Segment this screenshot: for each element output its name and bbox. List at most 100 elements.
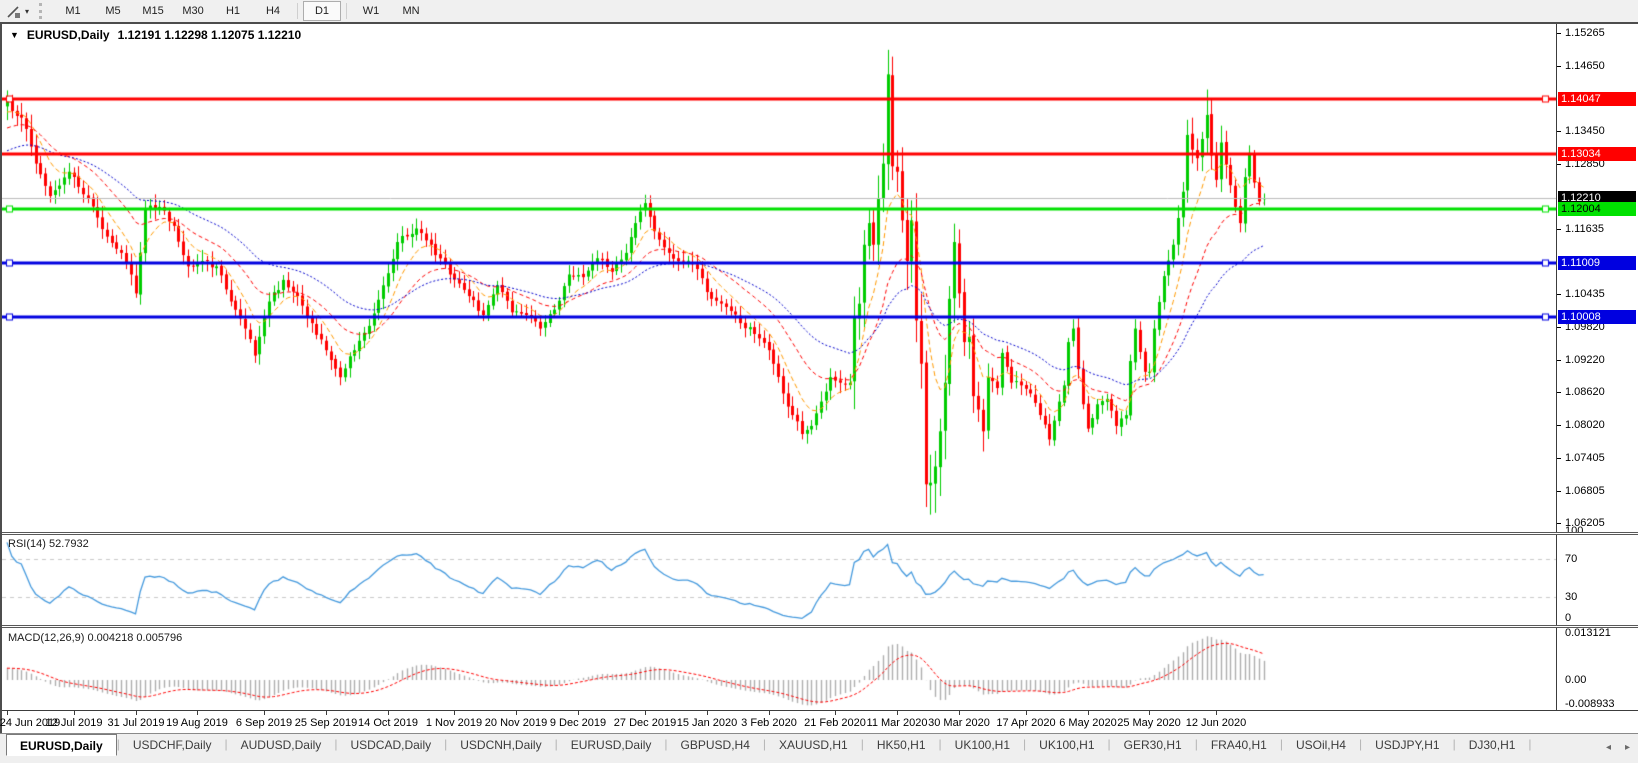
line-draw-icon xyxy=(7,5,20,18)
timeframe-button-M5[interactable]: M5 xyxy=(94,1,132,21)
rsi-scale-label: 0 xyxy=(1565,612,1572,624)
macd-scale-label: -0.008933 xyxy=(1565,698,1615,710)
tab-eurusd-daily[interactable]: EURUSD,Daily xyxy=(6,734,117,756)
time-axis-tick xyxy=(1149,711,1150,715)
time-axis-label: 1 Nov 2019 xyxy=(425,717,483,729)
time-axis-tick xyxy=(388,711,389,715)
price-axis-tick-label: 1.08620 xyxy=(1565,386,1605,398)
tab-dj30-h1[interactable]: DJ30,H1 xyxy=(1456,734,1529,756)
toolbar-grip xyxy=(39,3,47,19)
timeframe-button-D1[interactable]: D1 xyxy=(303,1,342,21)
chart-title-dropdown-icon[interactable]: ▼ xyxy=(10,30,19,40)
chart-tab-bar: EURUSD,Daily | USDCHF,Daily | AUDUSD,Daily | U… xyxy=(0,733,1638,763)
timeframe-button-H1[interactable]: H1 xyxy=(214,1,252,21)
time-axis-tick xyxy=(264,711,265,715)
time-axis-label: 25 May 2020 xyxy=(1117,717,1181,729)
timeframe-button-W1[interactable]: W1 xyxy=(352,1,390,21)
price-axis-tick-label: 1.10435 xyxy=(1565,288,1605,300)
price-tag-1.11009: 1.11009 xyxy=(1558,256,1636,270)
price-tag-1.12004: 1.12004 xyxy=(1558,202,1636,216)
time-axis[interactable]: 24 Jun 2019 12 Jul 2019 31 Jul 2019 19 Aug … xyxy=(0,710,1638,733)
tab-uk100-h1[interactable]: UK100,H1 xyxy=(942,734,1023,756)
time-axis-label: 31 Jul 2019 xyxy=(107,717,165,729)
time-axis-label: 6 May 2020 xyxy=(1059,717,1117,729)
time-axis-tick xyxy=(516,711,517,715)
tab-eurusd-daily[interactable]: EURUSD,Daily xyxy=(558,734,665,756)
price-axis-tick-label: 1.09220 xyxy=(1565,354,1605,366)
price-axis-tick xyxy=(1557,491,1561,492)
price-chart-canvas[interactable] xyxy=(2,24,1556,532)
time-axis-tick xyxy=(1088,711,1089,715)
timeframe-button-M15[interactable]: M15 xyxy=(134,1,172,21)
chart-window: ▼ EURUSD,Daily 1.12191 1.12298 1.12075 1… xyxy=(0,22,1638,733)
timeframe-button-group: M1 M5 M15 M30 H1 H4 D1 W1 MN xyxy=(53,1,431,21)
panel-divider[interactable] xyxy=(2,532,1638,535)
tab-usdjpy-h1[interactable]: USDJPY,H1 xyxy=(1362,734,1452,756)
panel-divider[interactable] xyxy=(2,625,1638,628)
tab-fra40-h1[interactable]: FRA40,H1 xyxy=(1198,734,1280,756)
rsi-panel-canvas[interactable] xyxy=(2,535,1556,625)
time-axis-tick xyxy=(197,711,198,715)
timeframe-button-MN[interactable]: MN xyxy=(392,1,430,21)
mt4-window: ▾ M1 M5 M15 M30 H1 H4 D1 W1 MN ▼ EURUSD,Daily 1.… xyxy=(0,0,1638,763)
tab-xauusd-h1[interactable]: XAUUSD,H1 xyxy=(766,734,861,756)
time-axis-tick xyxy=(1026,711,1027,715)
tab-usoil-h4[interactable]: USOil,H4 xyxy=(1283,734,1359,756)
time-axis-tick xyxy=(959,711,960,715)
time-axis-tick xyxy=(578,711,579,715)
time-axis-tick xyxy=(707,711,708,715)
tab-ger30-h1[interactable]: GER30,H1 xyxy=(1111,734,1195,756)
timeframe-button-H4[interactable]: H4 xyxy=(254,1,292,21)
tab-gbpusd-h4[interactable]: GBPUSD,H4 xyxy=(668,734,763,756)
price-axis-tick xyxy=(1557,131,1561,132)
tab-scroll-right-icon[interactable]: ▸ xyxy=(1625,742,1630,753)
price-tag-1.10008: 1.10008 xyxy=(1558,310,1636,324)
macd-label: MACD(12,26,9) 0.004218 0.005796 xyxy=(8,632,183,644)
price-axis-tick-label: 1.07405 xyxy=(1565,452,1605,464)
price-axis-tick-label: 1.14650 xyxy=(1565,60,1605,72)
tab-scroll-left-icon[interactable]: ◂ xyxy=(1606,742,1611,753)
time-axis-label: 9 Dec 2019 xyxy=(549,717,607,729)
time-axis-label: 21 Feb 2020 xyxy=(804,717,866,729)
price-axis-tick xyxy=(1557,392,1561,393)
time-axis-label: 27 Dec 2019 xyxy=(613,717,677,729)
rsi-label: RSI(14) 52.7932 xyxy=(8,538,89,550)
tab-usdcad-daily[interactable]: USDCAD,Daily xyxy=(337,734,444,756)
price-axis[interactable]: 1.15265 1.14650 1.13450 1.12850 1.11635 1.104… xyxy=(1556,24,1638,710)
price-axis-tick xyxy=(1557,294,1561,295)
price-tag-1.13034: 1.13034 xyxy=(1558,147,1636,161)
timeframe-button-M30[interactable]: M30 xyxy=(174,1,212,21)
chevron-down-icon[interactable]: ▾ xyxy=(25,7,29,16)
tab-hk50-h1[interactable]: HK50,H1 xyxy=(864,734,939,756)
time-axis-label: 12 Jul 2019 xyxy=(45,717,103,729)
time-axis-label: 19 Aug 2019 xyxy=(166,717,228,729)
time-axis-label: 25 Sep 2019 xyxy=(294,717,358,729)
tab-uk100-h1[interactable]: UK100,H1 xyxy=(1026,734,1107,756)
chart-symbol-label: EURUSD,Daily xyxy=(26,28,110,42)
tab-usdchf-daily[interactable]: USDCHF,Daily xyxy=(120,734,225,756)
line-tool-button[interactable]: ▾ xyxy=(0,0,35,22)
price-axis-tick xyxy=(1557,458,1561,459)
tab-separator: | xyxy=(1528,737,1532,751)
time-axis-tick xyxy=(645,711,646,715)
tab-audusd-daily[interactable]: AUDUSD,Daily xyxy=(228,734,335,756)
time-axis-tick xyxy=(835,711,836,715)
macd-scale-label: 0.013121 xyxy=(1565,627,1611,639)
tab-usdcnh-daily[interactable]: USDCNH,Daily xyxy=(447,734,554,756)
price-axis-tick-label: 1.15265 xyxy=(1565,27,1605,39)
time-axis-tick xyxy=(326,711,327,715)
price-axis-tick xyxy=(1557,164,1561,165)
price-axis-tick xyxy=(1557,425,1561,426)
timeframe-button-M1[interactable]: M1 xyxy=(54,1,92,21)
tabs-holder: EURUSD,Daily | USDCHF,Daily | AUDUSD,Daily | U… xyxy=(6,734,1532,756)
time-axis-tick xyxy=(769,711,770,715)
time-axis-label: 30 Mar 2020 xyxy=(928,717,990,729)
price-axis-tick xyxy=(1557,66,1561,67)
toolbar-separator xyxy=(297,3,299,19)
time-axis-tick xyxy=(1216,711,1217,715)
toolbar: ▾ M1 M5 M15 M30 H1 H4 D1 W1 MN xyxy=(0,0,1638,22)
price-axis-tick xyxy=(1557,229,1561,230)
price-axis-tick-label: 1.06805 xyxy=(1565,485,1605,497)
time-axis-label: 15 Jan 2020 xyxy=(676,717,738,729)
macd-panel-canvas[interactable] xyxy=(2,628,1556,710)
